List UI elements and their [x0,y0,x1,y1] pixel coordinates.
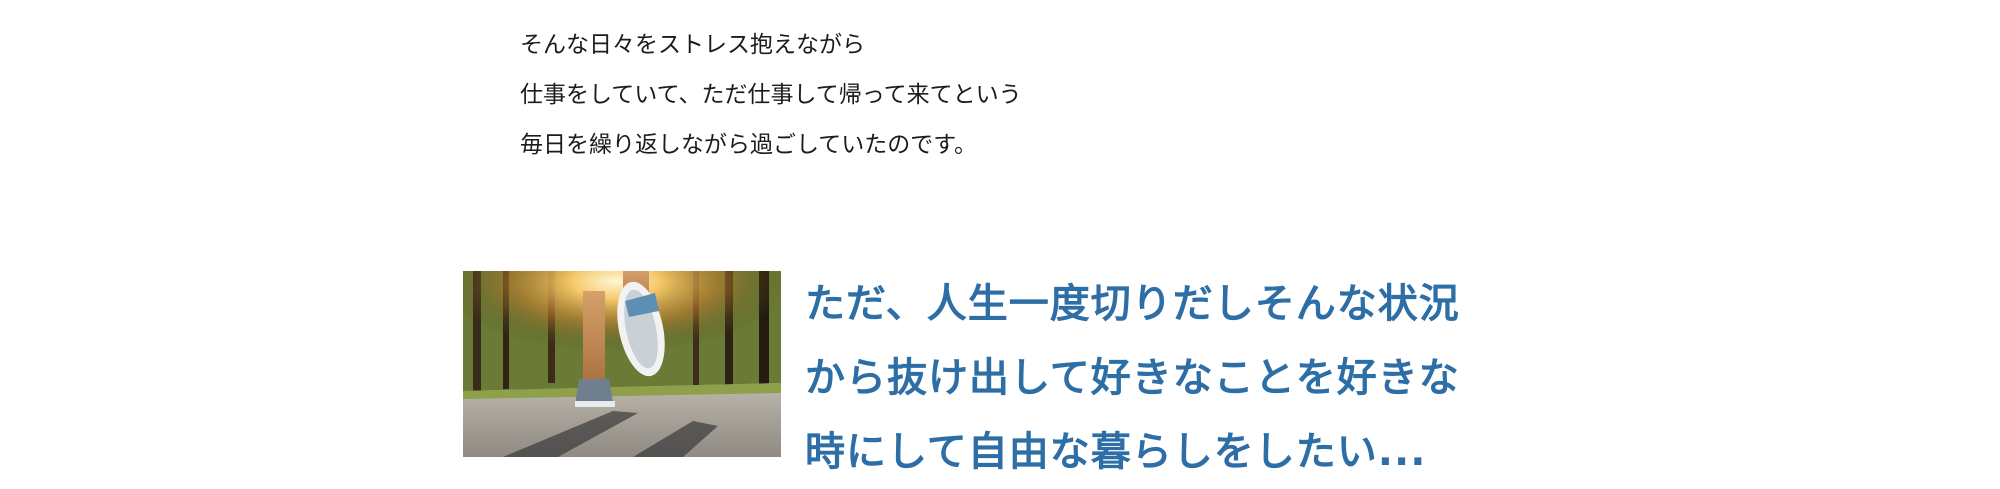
headline-line-3: 時にして自由な暮らしをしたい... [805,429,1427,475]
headline-line-2: から抜け出して好きなことを好きな [805,355,1460,401]
intro-line-2: 仕事をしていて、ただ仕事して帰って来てという [520,82,1022,108]
feature-block: ただ、人生一度切りだしそんな状況 から抜け出して好きなことを好きな 時にして自由… [463,271,1563,475]
headline-line-1: ただ、人生一度切りだしそんな状況 [805,281,1460,327]
intro-line-1: そんな日々をストレス抱えながら [520,32,865,58]
intro-paragraph: そんな日々をストレス抱えながら 仕事をしていて、ただ仕事して帰って来てという 毎… [520,20,1220,170]
running-shoes-photo [463,271,781,457]
intro-line-3: 毎日を繰り返しながら過ごしていたのです。 [520,132,978,158]
headline: ただ、人生一度切りだしそんな状況 から抜け出して好きなことを好きな 時にして自由… [805,267,1565,489]
